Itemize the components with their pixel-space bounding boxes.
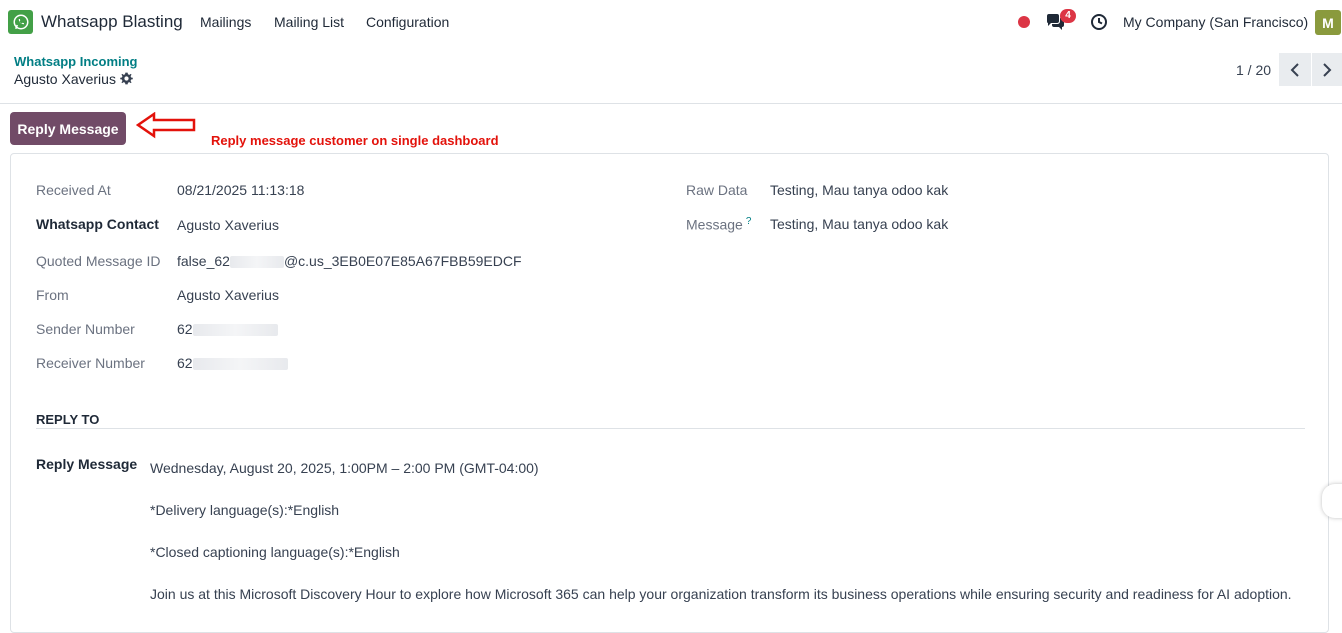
whatsapp-contact-value[interactable]: Agusto Xaverius	[177, 217, 279, 233]
company-switcher[interactable]: My Company (San Francisco)	[1123, 14, 1308, 30]
control-panel-divider	[0, 103, 1342, 104]
quoted-message-id-value: false_62 @c.us_3EB0E07E85A67FBB59EDCF	[177, 253, 522, 269]
annotation-arrow-icon	[136, 112, 196, 139]
quoted-message-id-label: Quoted Message ID	[36, 253, 161, 269]
app-name[interactable]: Whatsapp Blasting	[41, 12, 183, 32]
pager-value[interactable]: 1 / 20	[1236, 62, 1271, 78]
reply-line: *Closed captioning language(s):*English	[150, 544, 400, 560]
receiver-number-prefix: 62	[177, 355, 193, 371]
sender-number-label: Sender Number	[36, 321, 135, 337]
reply-line: Join us at this Microsoft Discovery Hour…	[150, 586, 1292, 602]
redacted-mask	[192, 358, 288, 371]
top-navbar: Whatsapp Blasting Mailings Mailing List …	[0, 0, 1342, 44]
receiver-number-label: Receiver Number	[36, 355, 145, 371]
chevron-left-icon	[1290, 62, 1299, 77]
received-at-value: 08/21/2025 11:13:18	[177, 182, 305, 198]
menu-mailing-list[interactable]: Mailing List	[274, 14, 344, 30]
gear-icon[interactable]	[120, 72, 133, 85]
annotation-text: Reply message customer on single dashboa…	[211, 133, 499, 148]
received-at-label: Received At	[36, 182, 111, 198]
redacted-mask	[229, 256, 284, 269]
help-tooltip-icon[interactable]: ?	[746, 216, 752, 227]
whatsapp-contact-label: Whatsapp Contact	[36, 216, 159, 232]
from-label: From	[36, 287, 69, 303]
menu-configuration[interactable]: Configuration	[366, 14, 449, 30]
message-value: Testing, Mau tanya odoo kak	[770, 216, 949, 232]
reply-message-button[interactable]: Reply Message	[10, 112, 126, 145]
form-sheet: Received At 08/21/2025 11:13:18 Whatsapp…	[10, 153, 1329, 633]
reply-to-section-title: REPLY TO	[36, 412, 100, 427]
assistant-widget-icon[interactable]	[1322, 484, 1342, 518]
reply-message-label: Reply Message	[36, 456, 138, 472]
message-label-text: Message	[686, 216, 743, 233]
whatsapp-app-icon[interactable]	[8, 10, 33, 34]
quoted-id-prefix: false_62	[177, 253, 230, 269]
from-value: Agusto Xaverius	[177, 287, 279, 303]
sender-number-prefix: 62	[177, 321, 193, 337]
pager-previous-button[interactable]	[1279, 53, 1311, 86]
record-title: Agusto Xaverius	[14, 71, 116, 87]
breadcrumb-parent-link[interactable]: Whatsapp Incoming	[14, 54, 138, 69]
message-label: Message?	[686, 216, 751, 233]
chevron-right-icon	[1323, 62, 1332, 77]
quoted-id-suffix: @c.us_3EB0E07E85A67FBB59EDCF	[283, 253, 522, 269]
pager-next-button[interactable]	[1312, 53, 1342, 86]
sender-number-value: 62	[177, 321, 278, 337]
section-divider	[36, 428, 1305, 429]
clock-icon[interactable]	[1090, 13, 1108, 31]
redacted-mask	[192, 324, 278, 337]
receiver-number-value: 62	[177, 355, 288, 371]
raw-data-value: Testing, Mau tanya odoo kak	[770, 182, 949, 198]
user-avatar[interactable]: M	[1315, 10, 1341, 35]
raw-data-label: Raw Data	[686, 182, 748, 198]
reply-line: Wednesday, August 20, 2025, 1:00PM – 2:0…	[150, 460, 539, 476]
menu-mailings[interactable]: Mailings	[200, 14, 251, 30]
reply-line: *Delivery language(s):*English	[150, 502, 340, 518]
chat-count-badge: 4	[1060, 9, 1076, 23]
status-dot-icon[interactable]	[1018, 16, 1030, 28]
